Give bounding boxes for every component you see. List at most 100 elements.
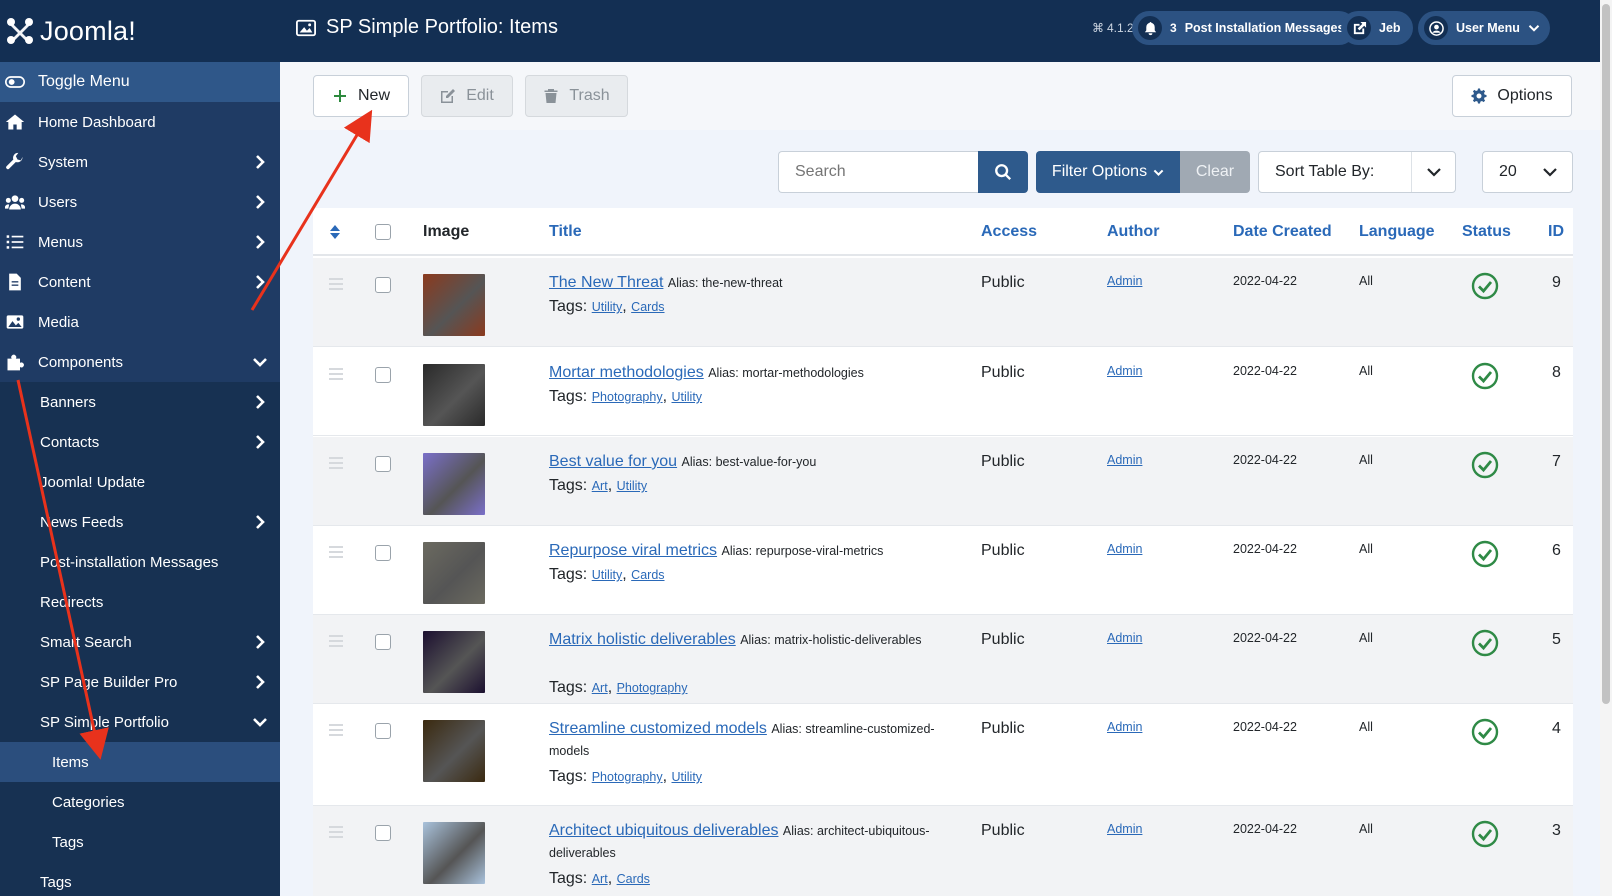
sidebar-item-sp-simple-portfolio[interactable]: SP Simple Portfolio (0, 702, 280, 742)
tag-link[interactable]: Utility (592, 568, 623, 582)
published-check-icon[interactable] (1471, 540, 1499, 573)
item-author-link[interactable]: Admin (1107, 542, 1142, 556)
sidebar-item-portfolio-tags[interactable]: Tags (0, 822, 280, 862)
published-check-icon[interactable] (1471, 451, 1499, 484)
search-button[interactable] (978, 151, 1028, 193)
site-link-button[interactable]: Jeb (1341, 11, 1413, 45)
filter-options-button[interactable]: Filter Options (1036, 151, 1180, 193)
tag-link[interactable]: Cards (631, 568, 664, 582)
sidebar-item-system[interactable]: System (0, 142, 280, 182)
column-id[interactable]: ID (1548, 223, 1564, 241)
item-author-link[interactable]: Admin (1107, 822, 1142, 836)
sidebar-item-banners[interactable]: Banners (0, 382, 280, 422)
tag-link[interactable]: Photography (592, 390, 663, 404)
tag-link[interactable]: Cards (631, 300, 664, 314)
sidebar-item-categories[interactable]: Categories (0, 782, 280, 822)
edit-button[interactable]: Edit (421, 75, 513, 117)
sidebar-item-menus[interactable]: Menus (0, 222, 280, 262)
row-checkbox[interactable] (375, 367, 391, 383)
item-author-link[interactable]: Admin (1107, 274, 1142, 288)
item-title-link[interactable]: The New Threat (549, 274, 663, 291)
tag-link[interactable]: Utility (617, 479, 648, 493)
column-status[interactable]: Status (1462, 223, 1511, 241)
user-menu-button[interactable]: User Menu (1418, 11, 1550, 45)
column-date-created[interactable]: Date Created (1233, 223, 1332, 241)
tag-link[interactable]: Photography (592, 770, 663, 784)
trash-button[interactable]: Trash (525, 75, 628, 117)
sidebar-item-smart-search[interactable]: Smart Search (0, 622, 280, 662)
tag-link[interactable]: Utility (592, 300, 623, 314)
vertical-scrollbar[interactable] (1600, 0, 1612, 896)
sidebar-item-sp-page-builder-pro[interactable]: SP Page Builder Pro (0, 662, 280, 702)
sidebar-item-tags[interactable]: Tags (0, 862, 280, 896)
sidebar-item-items[interactable]: Items (0, 742, 280, 782)
tag-separator: , (622, 566, 627, 583)
list-limit-select[interactable]: 20 (1482, 151, 1573, 193)
sidebar-item-redirects[interactable]: Redirects (0, 582, 280, 622)
drag-handle-icon[interactable] (329, 826, 343, 838)
item-title-link[interactable]: Streamline customized models (549, 720, 767, 737)
row-checkbox[interactable] (375, 634, 391, 650)
drag-handle-icon[interactable] (329, 278, 343, 290)
item-title-link[interactable]: Best value for you (549, 453, 677, 470)
item-author-link[interactable]: Admin (1107, 720, 1142, 734)
sidebar-item-home-dashboard[interactable]: Home Dashboard (0, 102, 280, 142)
tag-link[interactable]: Utility (672, 390, 703, 404)
sidebar-item-users[interactable]: Users (0, 182, 280, 222)
drag-handle-icon[interactable] (329, 457, 343, 469)
row-checkbox[interactable] (375, 825, 391, 841)
drag-handle-icon[interactable] (329, 724, 343, 736)
row-checkbox[interactable] (375, 545, 391, 561)
column-access[interactable]: Access (981, 223, 1037, 241)
file-icon (4, 271, 26, 293)
tag-link[interactable]: Art (592, 479, 608, 493)
item-title-link[interactable]: Mortar methodologies (549, 364, 704, 381)
sidebar-item-contacts[interactable]: Contacts (0, 422, 280, 462)
select-all-checkbox[interactable] (375, 224, 391, 240)
scrollbar-thumb[interactable] (1602, 4, 1610, 704)
users-icon (4, 191, 26, 213)
column-title[interactable]: Title (549, 223, 582, 241)
published-check-icon[interactable] (1471, 718, 1499, 751)
column-author[interactable]: Author (1107, 223, 1159, 241)
column-language[interactable]: Language (1359, 223, 1435, 241)
sidebar-item-joomla-update[interactable]: Joomla! Update (0, 462, 280, 502)
new-button[interactable]: New (313, 75, 409, 117)
sidebar-item-content[interactable]: Content (0, 262, 280, 302)
published-check-icon[interactable] (1471, 629, 1499, 662)
sidebar-item-news-feeds[interactable]: News Feeds (0, 502, 280, 542)
toggle-menu[interactable]: Toggle Menu (0, 62, 280, 102)
row-checkbox[interactable] (375, 456, 391, 472)
row-checkbox[interactable] (375, 723, 391, 739)
home-icon (4, 111, 26, 133)
options-button[interactable]: Options (1452, 75, 1572, 117)
item-thumbnail (423, 542, 485, 604)
sidebar-item-components[interactable]: Components (0, 342, 280, 382)
sidebar-item-media[interactable]: Media (0, 302, 280, 342)
tag-link[interactable]: Cards (617, 872, 650, 886)
published-check-icon[interactable] (1471, 272, 1499, 305)
item-title-link[interactable]: Architect ubiquitous deliverables (549, 822, 778, 839)
sort-table-select[interactable]: Sort Table By: (1258, 151, 1456, 193)
item-author-link[interactable]: Admin (1107, 364, 1142, 378)
tag-link[interactable]: Utility (672, 770, 703, 784)
tag-link[interactable]: Art (592, 872, 608, 886)
item-author-link[interactable]: Admin (1107, 453, 1142, 467)
post-installation-messages-button[interactable]: 3 Post Installation Messages (1132, 11, 1357, 45)
search-input[interactable] (778, 151, 978, 193)
clear-button[interactable]: Clear (1180, 151, 1250, 193)
item-title-link[interactable]: Repurpose viral metrics (549, 542, 717, 559)
item-title-link[interactable]: Matrix holistic deliverables (549, 631, 736, 648)
item-author-link[interactable]: Admin (1107, 631, 1142, 645)
published-check-icon[interactable] (1471, 820, 1499, 853)
tag-link[interactable]: Photography (617, 681, 688, 695)
drag-handle-icon[interactable] (329, 546, 343, 558)
row-checkbox[interactable] (375, 277, 391, 293)
drag-handle-icon[interactable] (329, 635, 343, 647)
drag-handle-icon[interactable] (329, 368, 343, 380)
sort-icon[interactable] (329, 224, 341, 240)
tag-link[interactable]: Art (592, 681, 608, 695)
brand[interactable]: Joomla! (0, 0, 280, 62)
sidebar-item-post-installation-messages[interactable]: Post-installation Messages (0, 542, 280, 582)
published-check-icon[interactable] (1471, 362, 1499, 395)
